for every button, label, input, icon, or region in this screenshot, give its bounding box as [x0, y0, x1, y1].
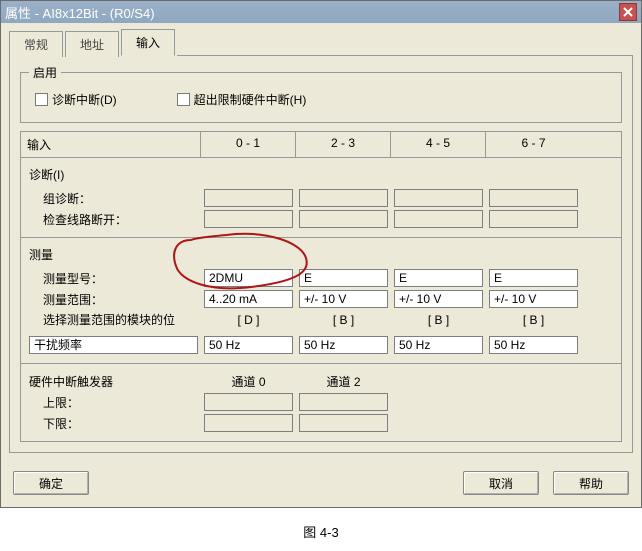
group-diag-0[interactable] — [204, 189, 293, 207]
checkbox-diag-interrupt[interactable]: 诊断中断(D) — [35, 91, 117, 108]
bit-select-3: [ B ] — [486, 313, 581, 327]
label-meas-type: 测量型号： — [29, 270, 201, 287]
enable-group: 启用 诊断中断(D) 超出限制硬件中断(H) — [20, 64, 622, 123]
tab-general-label: 常规 — [24, 38, 48, 52]
label-lower-limit: 下限： — [29, 415, 201, 432]
diagnostics-title: 诊断(I) — [29, 166, 613, 183]
label-wirebreak: 检查线路断开： — [29, 211, 201, 228]
ok-label: 确定 — [39, 477, 63, 491]
section-diagnostics: 诊断(I) 组诊断： 检查线路断开： — [21, 158, 621, 237]
wirebreak-0[interactable] — [204, 210, 293, 228]
group-diag-2[interactable] — [394, 189, 483, 207]
header-col-2-3: 2 - 3 — [296, 132, 391, 157]
wirebreak-1[interactable] — [299, 210, 388, 228]
titlebar: 属性 - AI8x12Bit - (R0/S4) — [1, 1, 641, 23]
checkbox-limit-label: 超出限制硬件中断(H) — [194, 91, 307, 108]
noise-freq-3[interactable]: 50 Hz — [489, 336, 578, 354]
lower-limit-2[interactable] — [299, 414, 388, 432]
meas-range-0[interactable]: 4..20 mA — [204, 290, 293, 308]
upper-limit-0[interactable] — [204, 393, 293, 411]
help-label: 帮助 — [579, 477, 603, 491]
tab-address-label: 地址 — [80, 38, 104, 52]
close-icon — [623, 7, 633, 17]
meas-type-3[interactable]: E — [489, 269, 578, 287]
wirebreak-2[interactable] — [394, 210, 483, 228]
hw-ch0-label: 通道 0 — [201, 373, 296, 390]
checkbox-diag-label: 诊断中断(D) — [52, 91, 117, 108]
meas-range-2[interactable]: +/- 10 V — [394, 290, 483, 308]
tab-input-label: 输入 — [136, 36, 160, 50]
header-col-0-1: 0 - 1 — [201, 132, 296, 157]
meas-type-0[interactable]: 2DMU — [204, 269, 293, 287]
meas-range-1[interactable]: +/- 10 V — [299, 290, 388, 308]
tab-input[interactable]: 输入 — [121, 29, 175, 56]
section-hw-trigger: 硬件中断触发器 通道 0 通道 2 上限： 下限： — [21, 363, 621, 441]
cancel-label: 取消 — [489, 477, 513, 491]
noise-freq-0[interactable]: 50 Hz — [204, 336, 293, 354]
label-bit-select: 选择测量范围的模块的位 — [29, 311, 201, 328]
label-upper-limit: 上限： — [29, 394, 201, 411]
figure-caption: 图 4-3 — [0, 508, 642, 551]
upper-limit-2[interactable] — [299, 393, 388, 411]
meas-type-2[interactable]: E — [394, 269, 483, 287]
label-group-diag: 组诊断： — [29, 190, 201, 207]
dialog-buttons: 确定 取消 帮助 — [1, 461, 641, 507]
hw-trigger-title: 硬件中断触发器 — [29, 373, 201, 390]
checkbox-limit-interrupt[interactable]: 超出限制硬件中断(H) — [177, 91, 307, 108]
grid-header-row: 输入 0 - 1 2 - 3 4 - 5 6 - 7 — [21, 132, 621, 158]
noise-freq-1[interactable]: 50 Hz — [299, 336, 388, 354]
ok-button[interactable]: 确定 — [13, 471, 89, 495]
window-title: 属性 - AI8x12Bit - (R0/S4) — [5, 3, 619, 22]
enable-legend: 启用 — [29, 64, 61, 81]
meas-range-3[interactable]: +/- 10 V — [489, 290, 578, 308]
tab-panel-input: 启用 诊断中断(D) 超出限制硬件中断(H) 输入 0 - 1 2 - 3 4 … — [9, 56, 633, 453]
tab-row: 常规 地址 输入 — [1, 23, 641, 56]
measurement-title: 测量 — [29, 246, 613, 263]
help-button[interactable]: 帮助 — [553, 471, 629, 495]
header-input: 输入 — [21, 132, 201, 157]
label-noise-freq[interactable]: 干扰频率 — [29, 336, 198, 354]
label-meas-range: 测量范围： — [29, 291, 201, 308]
bit-select-2: [ B ] — [391, 313, 486, 327]
close-button[interactable] — [619, 3, 637, 21]
lower-limit-0[interactable] — [204, 414, 293, 432]
bit-select-1: [ B ] — [296, 313, 391, 327]
bit-select-0: [ D ] — [201, 313, 296, 327]
group-diag-1[interactable] — [299, 189, 388, 207]
tab-general[interactable]: 常规 — [9, 31, 63, 57]
hw-ch2-label: 通道 2 — [296, 373, 391, 390]
checkbox-box — [35, 93, 48, 106]
group-diag-3[interactable] — [489, 189, 578, 207]
meas-type-1[interactable]: E — [299, 269, 388, 287]
section-measurement: 测量 测量型号： 2DMU E E E 测量范围： 4..20 mA +/- 1… — [21, 237, 621, 363]
input-grid: 输入 0 - 1 2 - 3 4 - 5 6 - 7 诊断(I) 组诊断： 检查… — [20, 131, 622, 442]
cancel-button[interactable]: 取消 — [463, 471, 539, 495]
tab-address[interactable]: 地址 — [65, 31, 119, 57]
noise-freq-2[interactable]: 50 Hz — [394, 336, 483, 354]
dialog-window: 属性 - AI8x12Bit - (R0/S4) 常规 地址 输入 启用 诊断中… — [0, 0, 642, 508]
wirebreak-3[interactable] — [489, 210, 578, 228]
header-col-6-7: 6 - 7 — [486, 132, 581, 157]
checkbox-box — [177, 93, 190, 106]
header-col-4-5: 4 - 5 — [391, 132, 486, 157]
